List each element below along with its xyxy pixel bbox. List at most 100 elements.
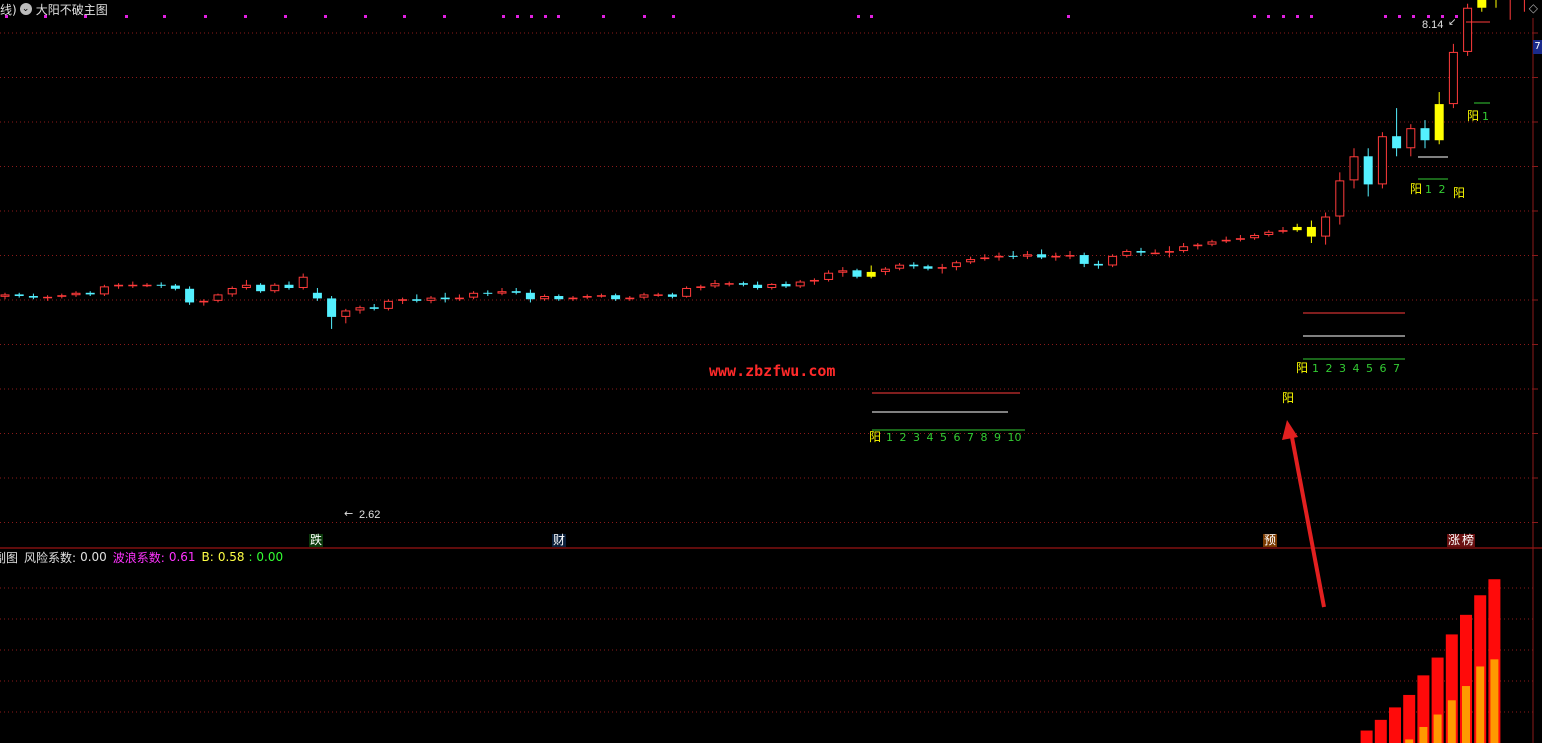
candle-body [1008, 255, 1018, 257]
wave-bar [1476, 666, 1485, 743]
high-price-label: 8.14 [1422, 19, 1443, 31]
candle-body [1377, 136, 1387, 185]
marker-dot [1384, 15, 1387, 18]
marker-dot [870, 15, 873, 18]
marker-dot [672, 15, 675, 18]
sub-chart-legend: 副图 风险系数: 0.00 波浪系数: 0.61 B: 0.58 : 0.00 [0, 549, 283, 565]
candle-body [653, 294, 663, 296]
candle-body [738, 283, 748, 285]
candle-body [525, 292, 535, 300]
marker-dot [1282, 15, 1285, 18]
sub-chart-name[interactable]: 副图 [0, 549, 18, 566]
candle-body [1306, 226, 1316, 237]
candle-body [880, 268, 890, 272]
marker-dot [1296, 15, 1299, 18]
candle-body [1448, 51, 1458, 105]
marker-dot [1067, 15, 1070, 18]
candle-body [540, 296, 550, 300]
marker-dot [544, 15, 547, 18]
candle-body [1193, 244, 1203, 247]
candlestick-series [0, 0, 1525, 329]
candle-body [469, 292, 479, 298]
candle-body [795, 281, 805, 287]
candle-body [710, 283, 720, 287]
candle-body [28, 296, 38, 298]
risk-bar [1360, 730, 1373, 743]
signal-yang-label: 阳 [869, 430, 881, 444]
wave-bar [1447, 700, 1456, 743]
indicator-title[interactable]: 大阳不破主图 [36, 1, 108, 18]
signal-yang-label: 阳 [1467, 109, 1479, 123]
candle-body [625, 297, 635, 300]
chevron-down-icon[interactable]: ⌄ [19, 3, 32, 15]
b-label: B: [201, 550, 214, 564]
candle-body [199, 300, 209, 303]
candle-body [185, 288, 195, 303]
wave-bar [1419, 726, 1428, 743]
title-prefix: 线) [0, 2, 17, 17]
candle-body [895, 264, 905, 269]
signal-count-label: 1 2 [1425, 183, 1446, 196]
marker-dot [857, 15, 860, 18]
candle-body [1136, 251, 1146, 253]
candle-body [426, 297, 436, 301]
candle-body [1051, 255, 1061, 258]
signal-yang-label: 阳 [1296, 361, 1308, 375]
signal-yang-label: 阳 [1410, 182, 1422, 196]
candle-body [696, 286, 706, 288]
candle-body [923, 266, 933, 269]
tag-zhang: 涨 [1447, 533, 1462, 547]
marker-dot [443, 15, 446, 18]
candle-body [383, 300, 393, 309]
tag-cai: 财 [552, 533, 567, 547]
signal-yang-label: 阳 [1453, 186, 1465, 200]
candle-body [142, 284, 152, 287]
candle-body [1150, 252, 1160, 255]
candle-body [128, 284, 138, 287]
candle-body [937, 267, 947, 269]
marker-dot [324, 15, 327, 18]
signal-count-label: 1 2 3 4 5 6 7 [1312, 362, 1400, 375]
candle-body [440, 297, 450, 300]
marker-dot [557, 15, 560, 18]
candle-body [256, 284, 266, 292]
candle-body [511, 291, 521, 293]
wave-label: 波浪系数: [112, 550, 165, 565]
marker-dot [1398, 15, 1401, 18]
marker-dot [602, 15, 605, 18]
candle-body [454, 297, 464, 300]
low-price-label: 2.62 [359, 509, 380, 521]
sub-chart-bars [1360, 579, 1501, 743]
candle-body [909, 264, 919, 267]
candle-body [1434, 104, 1444, 141]
marker-dot [1310, 15, 1313, 18]
candle-body [1037, 254, 1047, 258]
candle-body [1164, 251, 1174, 253]
candle-body [1335, 180, 1345, 217]
candle-body [980, 257, 990, 260]
wave-bar [1462, 686, 1470, 743]
candle-body [866, 271, 876, 277]
signal-count-label: 1 2 3 4 5 6 7 8 9 10 [886, 431, 1021, 444]
candle-body [554, 296, 564, 300]
marker-dot [1253, 15, 1256, 18]
candle-body [497, 291, 507, 294]
stock-chart[interactable]: 阳1 2 3 4 5 6 7 8 9 10阳阳 1 2 3 4 5 6 7阳 1 2… [0, 0, 1542, 743]
diamond-icon[interactable]: ◇ [1529, 1, 1538, 15]
marker-dot [364, 15, 367, 18]
candle-body [114, 284, 124, 287]
candle-body [1065, 255, 1075, 257]
candle-body [1420, 128, 1430, 141]
candle-body [994, 255, 1004, 258]
marker-dot [284, 15, 287, 18]
candle-body [1463, 7, 1473, 52]
candle-body [71, 292, 81, 296]
candle-body [639, 294, 649, 298]
candle-body [1179, 246, 1189, 252]
risk-value: 0.00 [80, 550, 107, 564]
candle-body [824, 272, 834, 280]
candle-body [284, 284, 294, 288]
risk-label: 风险系数: [24, 550, 77, 565]
candle-body [611, 295, 621, 300]
current-price-tag: 7 [1533, 40, 1542, 54]
